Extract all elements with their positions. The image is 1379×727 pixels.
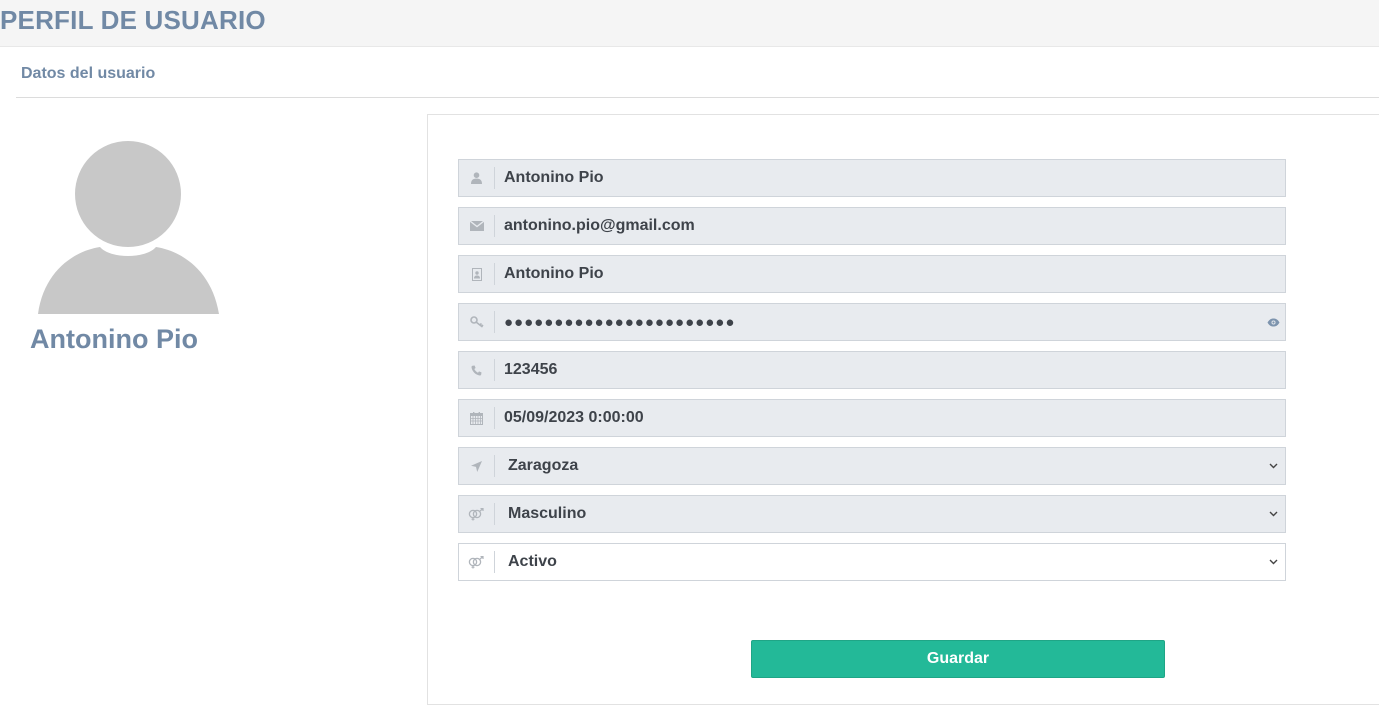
city-selected[interactable]: Zaragoza (495, 457, 1261, 475)
location-arrow-icon (459, 455, 495, 477)
chevron-down-icon[interactable] (1261, 544, 1285, 580)
user-icon (459, 167, 495, 189)
chevron-down-icon[interactable] (1261, 496, 1285, 532)
phone-icon (459, 359, 495, 381)
key-icon (459, 311, 495, 333)
save-button[interactable]: Guardar (751, 640, 1165, 678)
date-field[interactable]: 05/09/2023 0:00:00 (458, 399, 1286, 437)
password-field[interactable]: ●●●●●●●●●●●●●●●●●●●●●●● (458, 303, 1286, 341)
chevron-down-icon[interactable] (1261, 448, 1285, 484)
section-title: Datos del usuario (21, 65, 156, 82)
avatar (38, 141, 219, 314)
city-select[interactable]: Zaragoza (458, 447, 1286, 485)
email-field[interactable]: antonino.pio@gmail.com (458, 207, 1286, 245)
gender-select[interactable]: Masculino (458, 495, 1286, 533)
phone-field[interactable]: 123456 (458, 351, 1286, 389)
fullname-field[interactable]: Antonino Pio (458, 255, 1286, 293)
section-divider (16, 97, 1379, 98)
gender-selected[interactable]: Masculino (495, 505, 1261, 523)
username-value[interactable]: Antonino Pio (495, 169, 1285, 187)
eye-icon[interactable] (1261, 304, 1285, 340)
profile-name: Antonino Pio (30, 324, 198, 354)
gender-icon (459, 551, 495, 573)
email-value[interactable]: antonino.pio@gmail.com (495, 217, 1285, 235)
envelope-icon (459, 215, 495, 237)
password-value[interactable]: ●●●●●●●●●●●●●●●●●●●●●●● (495, 314, 1261, 331)
calendar-icon (459, 407, 495, 429)
gender-icon (459, 503, 495, 525)
fullname-value[interactable]: Antonino Pio (495, 265, 1285, 283)
id-card-icon (459, 263, 495, 285)
status-select[interactable]: Activo (458, 543, 1286, 581)
date-value[interactable]: 05/09/2023 0:00:00 (495, 409, 1285, 427)
page-header: PERFIL DE USUARIO (0, 0, 1379, 47)
username-field[interactable]: Antonino Pio (458, 159, 1286, 197)
phone-value[interactable]: 123456 (495, 361, 1285, 379)
status-selected[interactable]: Activo (495, 553, 1261, 571)
page-title: PERFIL DE USUARIO (0, 5, 266, 35)
